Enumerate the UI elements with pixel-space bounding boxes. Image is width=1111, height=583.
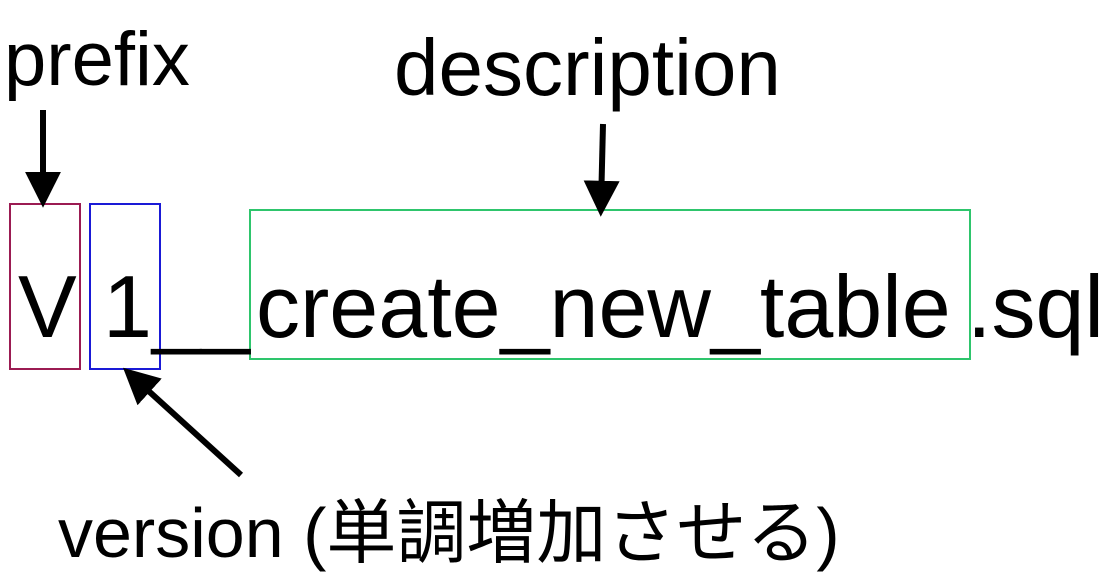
filename-extension: .sql bbox=[967, 257, 1104, 356]
filename-separator: __ bbox=[152, 257, 250, 356]
version-label: version (単調増加させる) bbox=[58, 494, 840, 572]
filename-prefix: V bbox=[18, 257, 77, 356]
filename-description: create_new_table bbox=[256, 257, 951, 356]
version-arrow bbox=[123, 367, 244, 478]
description-arrow bbox=[583, 123, 620, 217]
description-label: description bbox=[394, 23, 781, 112]
prefix-label: prefix bbox=[4, 17, 190, 102]
filename-version: 1 bbox=[103, 257, 152, 356]
